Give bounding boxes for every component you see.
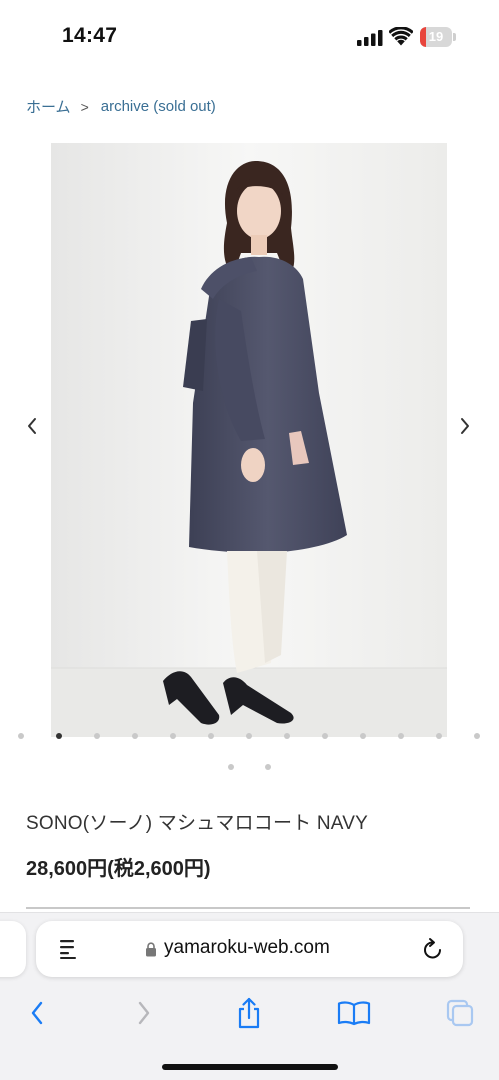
carousel-dot[interactable] xyxy=(208,733,214,739)
divider xyxy=(26,907,470,909)
url-text[interactable]: yamaroku-web.com xyxy=(164,937,330,959)
breadcrumb-current-link[interactable]: archive (sold out) xyxy=(101,98,216,115)
breadcrumb-home-link[interactable]: ホーム xyxy=(26,96,71,117)
share-icon xyxy=(238,997,260,1029)
carousel-dot[interactable] xyxy=(360,733,366,739)
wifi-icon xyxy=(389,27,413,46)
product-price: 28,600円(税2,600円) xyxy=(26,858,211,880)
carousel-dot[interactable] xyxy=(228,764,234,770)
browser-bottom-bar: yamaroku-web.com xyxy=(0,912,499,1080)
browser-toolbar xyxy=(0,993,499,1033)
carousel-dot[interactable] xyxy=(170,733,176,739)
signal-icon xyxy=(357,30,383,46)
previous-tab-card[interactable] xyxy=(0,921,26,977)
carousel-dot[interactable] xyxy=(398,733,404,739)
carousel-prev-button[interactable] xyxy=(20,411,44,441)
chevron-left-icon xyxy=(28,418,36,434)
carousel-dot[interactable] xyxy=(322,733,328,739)
carousel-dot[interactable] xyxy=(474,733,480,739)
address-bar[interactable]: yamaroku-web.com xyxy=(36,921,463,977)
carousel-dot[interactable] xyxy=(265,764,271,770)
page: 14:47 19 ホーム > archive (sold out) SONO(ソ… xyxy=(0,0,499,1080)
carousel-dot[interactable] xyxy=(284,733,290,739)
carousel-dot[interactable] xyxy=(132,733,138,739)
status-bar: 14:47 19 xyxy=(0,0,499,72)
carousel-dot[interactable] xyxy=(436,733,442,739)
battery-level: 19 xyxy=(428,29,444,44)
status-time: 14:47 xyxy=(62,24,118,47)
tabs-button[interactable] xyxy=(440,993,480,1033)
back-button[interactable] xyxy=(17,993,57,1033)
reload-icon[interactable] xyxy=(422,937,444,961)
product-title: SONO(ソーノ) マシュマロコート NAVY xyxy=(26,813,368,834)
home-indicator[interactable] xyxy=(162,1064,338,1070)
carousel-dots-overflow xyxy=(0,764,499,772)
carousel-dot[interactable] xyxy=(246,733,252,739)
breadcrumb: ホーム > archive (sold out) xyxy=(26,96,216,117)
chevron-right-icon xyxy=(461,418,469,434)
product-image-carousel[interactable] xyxy=(0,143,499,737)
battery-icon: 19 xyxy=(420,27,456,47)
bookmarks-icon xyxy=(337,1001,371,1026)
carousel-dot[interactable] xyxy=(94,733,100,739)
model-in-coat-illustration xyxy=(51,143,447,737)
carousel-dot-active[interactable] xyxy=(56,733,62,739)
carousel-next-button[interactable] xyxy=(453,411,477,441)
carousel-dot[interactable] xyxy=(18,733,24,739)
forward-icon xyxy=(138,1001,150,1025)
tabs-icon xyxy=(446,999,474,1027)
bookmarks-button[interactable] xyxy=(334,993,374,1033)
breadcrumb-separator: > xyxy=(80,98,89,115)
lock-icon xyxy=(146,942,156,957)
page-menu-icon[interactable] xyxy=(58,938,78,960)
carousel-dots xyxy=(0,733,499,741)
share-button[interactable] xyxy=(229,993,269,1033)
forward-button[interactable] xyxy=(124,993,164,1033)
product-photo[interactable] xyxy=(51,143,447,737)
back-icon xyxy=(31,1001,43,1025)
